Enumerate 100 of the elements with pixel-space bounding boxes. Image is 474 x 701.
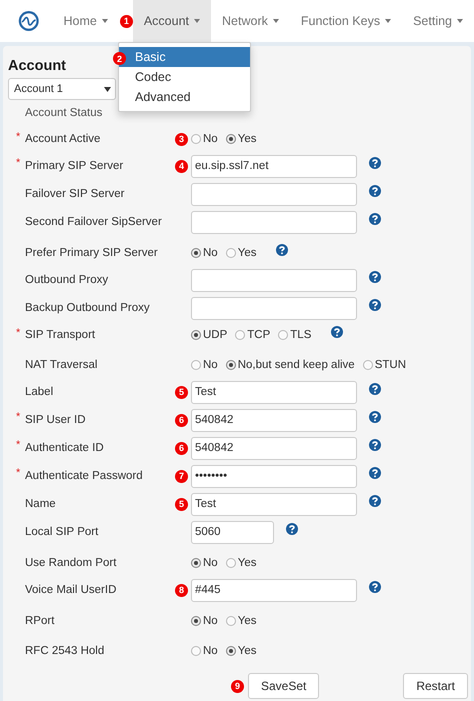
help-icon[interactable] [369, 299, 381, 311]
save-button[interactable]: SaveSet [248, 673, 320, 699]
help-icon[interactable] [276, 244, 288, 256]
nav-menu-item[interactable]: Setting [402, 0, 474, 42]
nav-menu-item[interactable]: Network [211, 0, 290, 42]
field-label: Account Status [25, 107, 104, 119]
step-badge: 5 [175, 498, 188, 510]
help-icon[interactable] [286, 523, 298, 535]
field-label: Local SIP Port [25, 526, 100, 538]
radio-button[interactable] [235, 330, 246, 340]
radio-button[interactable] [191, 646, 201, 656]
step-badge: 1 [120, 14, 133, 28]
radio-label: Yes [238, 247, 256, 259]
help-icon[interactable] [369, 411, 381, 423]
required-mark: * [16, 131, 20, 143]
radio-button[interactable] [191, 248, 201, 258]
nav-menu-item[interactable]: Account [132, 0, 212, 42]
required-mark: * [16, 411, 20, 423]
field-label: SIP Transport [25, 329, 96, 341]
help-icon[interactable] [369, 383, 381, 395]
menu-item[interactable]: Codec [119, 67, 250, 87]
radio-label: No [203, 557, 218, 569]
input-field[interactable]: Test [191, 380, 357, 404]
radio-label: TCP [247, 329, 270, 341]
radio-button[interactable] [278, 330, 288, 340]
help-icon[interactable] [369, 581, 381, 593]
help-icon[interactable] [369, 271, 381, 283]
radio-label: No [203, 615, 218, 627]
radio-button[interactable] [226, 360, 236, 370]
field-label: Label [25, 386, 54, 398]
step-badge: 9 [231, 680, 244, 692]
radio-button[interactable] [191, 616, 201, 626]
radio-button[interactable] [226, 558, 236, 568]
input-field[interactable]: 5060 [191, 520, 274, 544]
caret-icon [102, 19, 108, 23]
radio-label: UDP [203, 329, 228, 341]
field-label: RFC 2543 Hold [25, 645, 106, 657]
nav-menu-item[interactable]: Function Keys [290, 0, 402, 42]
radio-button[interactable] [362, 360, 373, 370]
input-field[interactable] [191, 210, 357, 234]
input-field[interactable]: 540842 [191, 408, 357, 432]
help-icon[interactable] [331, 326, 344, 338]
nav-menu-item[interactable]: Home [52, 0, 119, 42]
required-mark: * [16, 439, 20, 451]
required-mark: * [16, 157, 20, 169]
help-icon[interactable] [369, 185, 381, 197]
help-icon[interactable] [369, 157, 381, 169]
field-label: Prefer Primary SIP Server [25, 247, 159, 259]
caret-icon [272, 19, 279, 23]
radio-button[interactable] [226, 616, 236, 626]
radio-button[interactable] [226, 134, 236, 144]
caret-icon [104, 87, 111, 92]
radio-label: Yes [238, 615, 256, 627]
field-label: Account Active [25, 133, 102, 145]
radio-button[interactable] [226, 248, 236, 258]
radio-label: Yes [238, 645, 256, 657]
step-badge: 5 [175, 386, 188, 398]
input-field[interactable] [191, 182, 357, 206]
input-field[interactable]: 540842 [191, 436, 357, 460]
help-icon[interactable] [369, 467, 381, 479]
help-icon[interactable] [369, 439, 381, 451]
radio-label: STUN [374, 359, 406, 371]
help-icon[interactable] [369, 213, 381, 225]
required-mark: * [16, 467, 20, 479]
field-label: Backup Outbound Proxy [25, 302, 151, 314]
radio-button[interactable] [191, 134, 201, 144]
radio-label: Yes [238, 557, 256, 569]
input-field[interactable]: Test [191, 492, 357, 516]
field-label: Name [25, 498, 57, 510]
radio-button[interactable] [191, 558, 201, 568]
field-label: SIP User ID [25, 414, 86, 426]
radio-button[interactable] [191, 330, 201, 340]
step-badge: 7 [175, 470, 188, 482]
radio-label: Yes [238, 133, 256, 145]
help-icon[interactable] [369, 495, 381, 507]
step-badge: 3 [175, 132, 188, 146]
field-label: Authenticate Password [25, 470, 144, 482]
input-field[interactable]: •••••••• [191, 464, 357, 488]
field-label: Primary SIP Server [25, 160, 124, 172]
radio-label: No [203, 133, 218, 145]
field-label: Use Random Port [25, 557, 118, 569]
radio-label: No [203, 247, 218, 259]
input-field[interactable]: eu.sip.ssl7.net [191, 154, 357, 178]
restart-button[interactable]: Restart [403, 673, 468, 699]
radio-label: No [203, 645, 218, 657]
field-label: RPort [25, 615, 56, 627]
input-field[interactable] [191, 296, 357, 320]
radio-label: TLS [290, 329, 312, 341]
radio-button[interactable] [191, 360, 201, 370]
required-mark: * [16, 327, 20, 339]
menu-item[interactable]: Advanced [119, 87, 250, 107]
radio-button[interactable] [226, 646, 236, 656]
radio-label: No [203, 359, 218, 371]
caret-icon [457, 19, 463, 23]
field-label: NAT Traversal [25, 359, 98, 371]
section-title: Account [7, 58, 66, 76]
field-label: Outbound Proxy [25, 274, 110, 286]
account-select[interactable]: Account 1 [8, 78, 116, 100]
input-field[interactable] [191, 268, 357, 292]
input-field[interactable]: #445 [191, 578, 357, 602]
